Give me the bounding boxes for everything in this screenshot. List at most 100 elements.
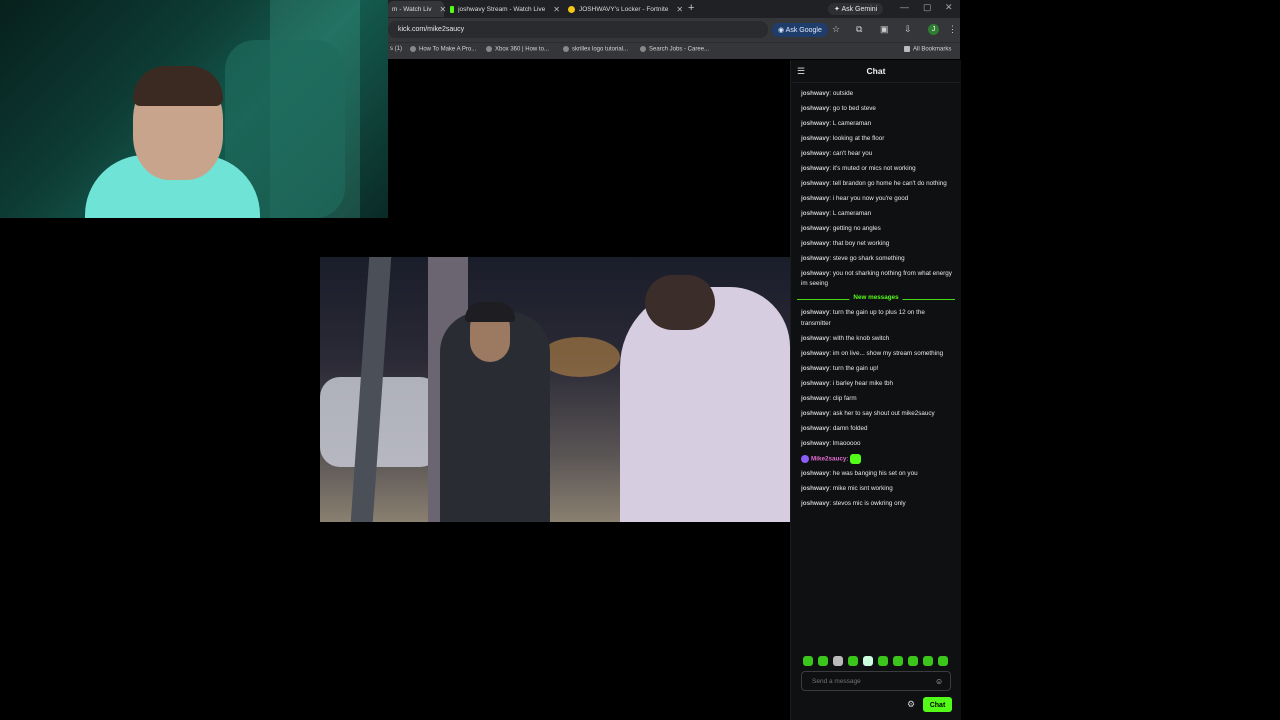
tab-joshwavy-stream[interactable]: joshwavy Stream - Watch Live ✕	[446, 1, 560, 17]
chat-message: joshwavy: ask her to say shout out mike2…	[791, 406, 961, 421]
chat-username[interactable]: joshwavy	[801, 270, 829, 277]
browser-toolbar: kick.com/mike2saucy ◉ Ask Google ☆ ⧉ ▣ ⇩…	[388, 18, 960, 42]
profile-avatar[interactable]: J	[928, 24, 939, 35]
chat-message: joshwavy: looking at the floor	[791, 131, 961, 146]
chat-username[interactable]: joshwavy	[801, 440, 829, 447]
ask-google-button[interactable]: ◉ Ask Google	[772, 23, 828, 37]
bookmark-favicon-icon	[640, 46, 646, 52]
all-bookmarks-button[interactable]: All Bookmarks	[904, 46, 951, 53]
chat-message: joshwavy: turn the gain up!	[791, 361, 961, 376]
chat-message: joshwavy: with the knob switch	[791, 331, 961, 346]
chat-text: L cameraman	[832, 209, 872, 217]
close-icon[interactable]: ✕	[676, 5, 683, 14]
chat-username[interactable]: joshwavy	[801, 90, 829, 97]
window-close-icon[interactable]: ✕	[945, 2, 953, 13]
chat-username[interactable]: joshwavy	[801, 210, 829, 217]
sidebar-icon[interactable]: ▣	[880, 24, 889, 35]
chat-message-input[interactable]	[801, 671, 951, 691]
bookmark-item[interactable]: s (1)	[390, 46, 402, 52]
chat-message: joshwavy: you not sharking nothing from …	[791, 266, 961, 292]
chat-username[interactable]: joshwavy	[801, 165, 829, 172]
chat-username[interactable]: joshwavy	[801, 120, 829, 127]
bookmark-item[interactable]: Search Jobs - Caree...	[640, 46, 709, 53]
chat-message: joshwavy: im on live... show my stream s…	[791, 346, 961, 361]
chat-text: can't hear you	[832, 149, 873, 157]
chat-message: joshwavy: he was banging his set on you	[791, 467, 961, 482]
emoji-picker-icon[interactable]: ☺	[935, 677, 943, 686]
ask-gemini-button[interactable]: ✦ Ask Gemini	[828, 3, 884, 15]
emote-button[interactable]	[908, 656, 918, 666]
emote-button[interactable]	[893, 656, 903, 666]
stream-video-player[interactable]	[320, 257, 790, 522]
bookmark-star-icon[interactable]: ☆	[832, 24, 840, 35]
chat-username[interactable]: Mike2saucy	[811, 455, 846, 462]
chat-username[interactable]: joshwavy	[801, 500, 829, 507]
chat-text: clip farm	[832, 394, 857, 402]
bookmark-item[interactable]: Xbox 360 | How to...	[486, 46, 549, 53]
emote-button[interactable]	[863, 656, 873, 666]
tab-label: JOSHWAVY's Locker - Fortnite	[579, 5, 669, 13]
chat-username[interactable]: joshwavy	[801, 350, 829, 357]
chat-username[interactable]: joshwavy	[801, 365, 829, 372]
chat-username[interactable]: joshwavy	[801, 335, 829, 342]
chat-text: it's muted or mics not working	[832, 164, 916, 172]
chat-text: go to bed steve	[832, 104, 876, 112]
bookmark-item[interactable]: How To Make A Pro...	[410, 46, 476, 53]
chat-username[interactable]: joshwavy	[801, 425, 829, 432]
minimize-icon[interactable]: —	[900, 2, 909, 12]
emote-button[interactable]	[923, 656, 933, 666]
bookmark-label: Search Jobs - Caree...	[649, 46, 710, 53]
chat-text: stevos mic is owkring only	[832, 500, 906, 508]
chat-text: L cameraman	[832, 119, 872, 127]
chat-username[interactable]: joshwavy	[801, 240, 829, 247]
chat-username[interactable]: joshwavy	[801, 410, 829, 417]
chat-message: joshwavy: outside	[791, 86, 961, 101]
tab-joshwavy-locker[interactable]: JOSHWAVY's Locker - Fortnite ✕	[564, 1, 686, 17]
chat-message: joshwavy: tell brandon go home he can't …	[791, 176, 961, 191]
bookmark-favicon-icon	[486, 46, 492, 52]
chat-text: getting no angles	[832, 224, 881, 232]
maximize-icon[interactable]: ▢	[923, 2, 932, 13]
chat-message: joshwavy: stevos mic is owkring only	[791, 497, 961, 512]
chat-username[interactable]: joshwavy	[801, 309, 829, 316]
downloads-icon[interactable]: ⇩	[904, 24, 912, 35]
chat-message: joshwavy: i hear you now you're good	[791, 191, 961, 206]
chat-username[interactable]: joshwavy	[801, 150, 829, 157]
bookmark-label: Xbox 360 | How to...	[495, 46, 549, 53]
address-bar[interactable]: kick.com/mike2saucy	[388, 21, 768, 38]
chat-text: i hear you now you're good	[832, 194, 909, 202]
new-messages-label: New messages	[849, 293, 903, 301]
new-tab-button[interactable]: +	[688, 2, 694, 14]
bookmark-item[interactable]: skrillex logo tutorial...	[563, 46, 628, 53]
video-street-light	[540, 337, 620, 377]
chat-username[interactable]: joshwavy	[801, 255, 829, 262]
chat-username[interactable]: joshwavy	[801, 485, 829, 492]
chat-username[interactable]: joshwavy	[801, 135, 829, 142]
chat-username[interactable]: joshwavy	[801, 395, 829, 402]
chat-username[interactable]: joshwavy	[801, 470, 829, 477]
menu-kebab-icon[interactable]: ⋮	[948, 24, 957, 35]
chat-text: steve go shark something	[832, 254, 905, 262]
chat-username[interactable]: joshwavy	[801, 225, 829, 232]
emote-button[interactable]	[878, 656, 888, 666]
emote-icon	[849, 453, 861, 464]
tab-kick-mike2saucy[interactable]: m - Watch Liv ✕	[388, 1, 446, 17]
chat-message: joshwavy: L cameraman	[791, 116, 961, 131]
chat-username[interactable]: joshwavy	[801, 180, 829, 187]
send-chat-button[interactable]: Chat	[923, 697, 952, 712]
chat-username[interactable]: joshwavy	[801, 380, 829, 387]
emote-button[interactable]	[938, 656, 948, 666]
emote-button[interactable]	[833, 656, 843, 666]
extensions-icon[interactable]: ⧉	[856, 24, 862, 35]
chat-username[interactable]: joshwavy	[801, 105, 829, 112]
collapse-chat-icon[interactable]: ☰	[797, 66, 805, 77]
bookmark-label: skrillex logo tutorial...	[572, 46, 629, 53]
chat-message: joshwavy: mike mic isnt working	[791, 482, 961, 497]
chat-username[interactable]: joshwavy	[801, 195, 829, 202]
emote-button[interactable]	[818, 656, 828, 666]
emote-button[interactable]	[848, 656, 858, 666]
emote-button[interactable]	[803, 656, 813, 666]
close-icon[interactable]: ✕	[553, 5, 560, 14]
chat-settings-gear-icon[interactable]: ⚙	[907, 699, 915, 710]
tab-label: joshwavy Stream - Watch Live	[458, 5, 546, 13]
